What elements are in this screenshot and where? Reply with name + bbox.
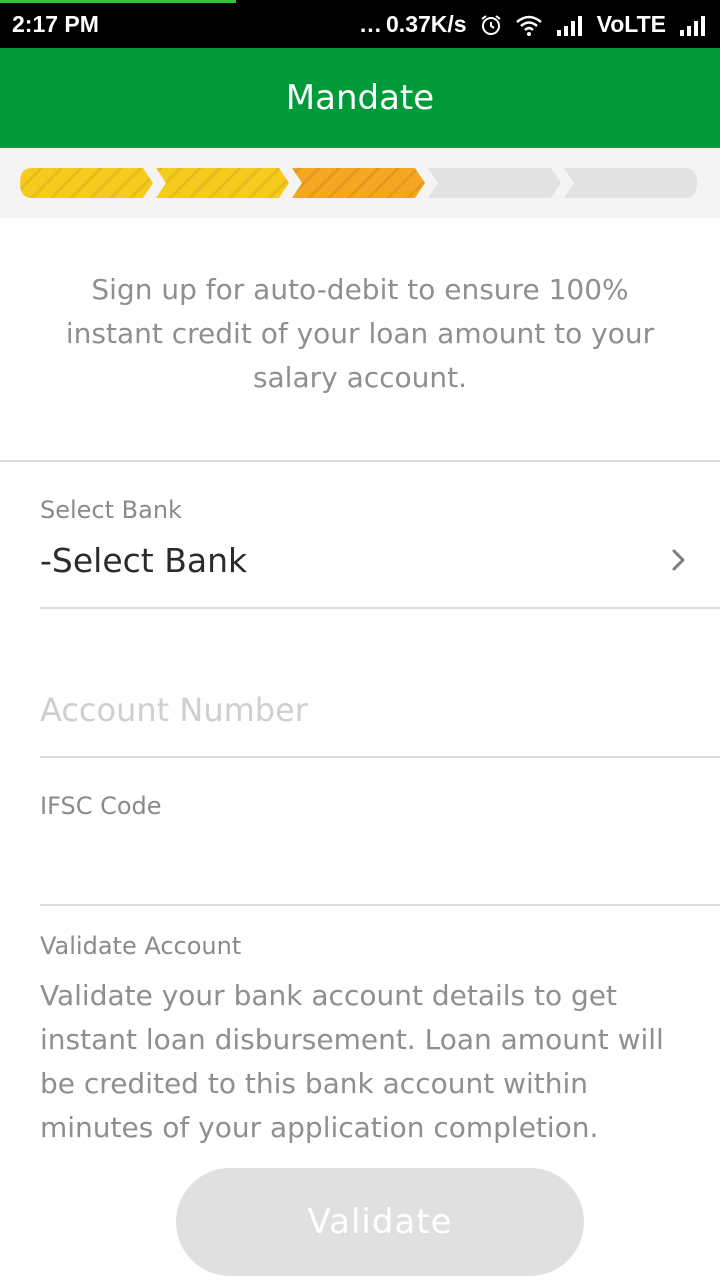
account-number-underline (40, 756, 720, 758)
status-indicators: ... 0.37K/s VoLTE (348, 11, 708, 38)
alarm-icon (480, 14, 501, 35)
ifsc-code-label: IFSC Code (40, 792, 162, 820)
select-bank-dropdown[interactable]: -Select Bank (40, 535, 690, 585)
network-speed-value: 0.37K/s (386, 11, 467, 37)
section-divider (0, 460, 720, 462)
stepper-step-hatch-2 (156, 168, 289, 198)
validate-button[interactable]: Validate (176, 1168, 584, 1276)
app-bar: Mandate (0, 48, 720, 148)
status-time: 2:17 PM (12, 11, 99, 37)
progress-stepper-strip (0, 148, 720, 218)
select-bank-underline (40, 607, 720, 609)
ifsc-code-input[interactable] (40, 840, 700, 890)
validate-account-label: Validate Account (40, 932, 242, 960)
network-type-label: VoLTE (596, 11, 666, 37)
signal-icon (680, 15, 705, 36)
account-number-input[interactable] (40, 680, 700, 740)
status-bar: 2:17 PM ... 0.37K/s VoLTE (0, 0, 720, 48)
stepper-step-hatch-1 (20, 168, 153, 198)
page-load-progress (0, 0, 236, 3)
progress-stepper (20, 168, 697, 198)
select-bank-label: Select Bank (40, 496, 182, 524)
ifsc-code-underline (40, 904, 720, 906)
wifi-icon (515, 15, 542, 36)
overflow-dots: ... (359, 11, 383, 37)
signal-icon (556, 15, 582, 36)
mandate-intro-text: Sign up for auto-debit to ensure 100% in… (65, 273, 655, 394)
page-title: Mandate (285, 78, 435, 118)
chevron-right-icon (672, 549, 685, 571)
select-bank-value: -Select Bank (40, 540, 248, 580)
stepper-step-hatch-3 (292, 168, 425, 198)
network-speed: ... 0.37K/s (360, 11, 467, 38)
validate-account-description: Validate your bank account details to ge… (40, 979, 664, 1144)
stepper-step-4 (428, 168, 561, 198)
stepper-step-5 (564, 168, 697, 198)
